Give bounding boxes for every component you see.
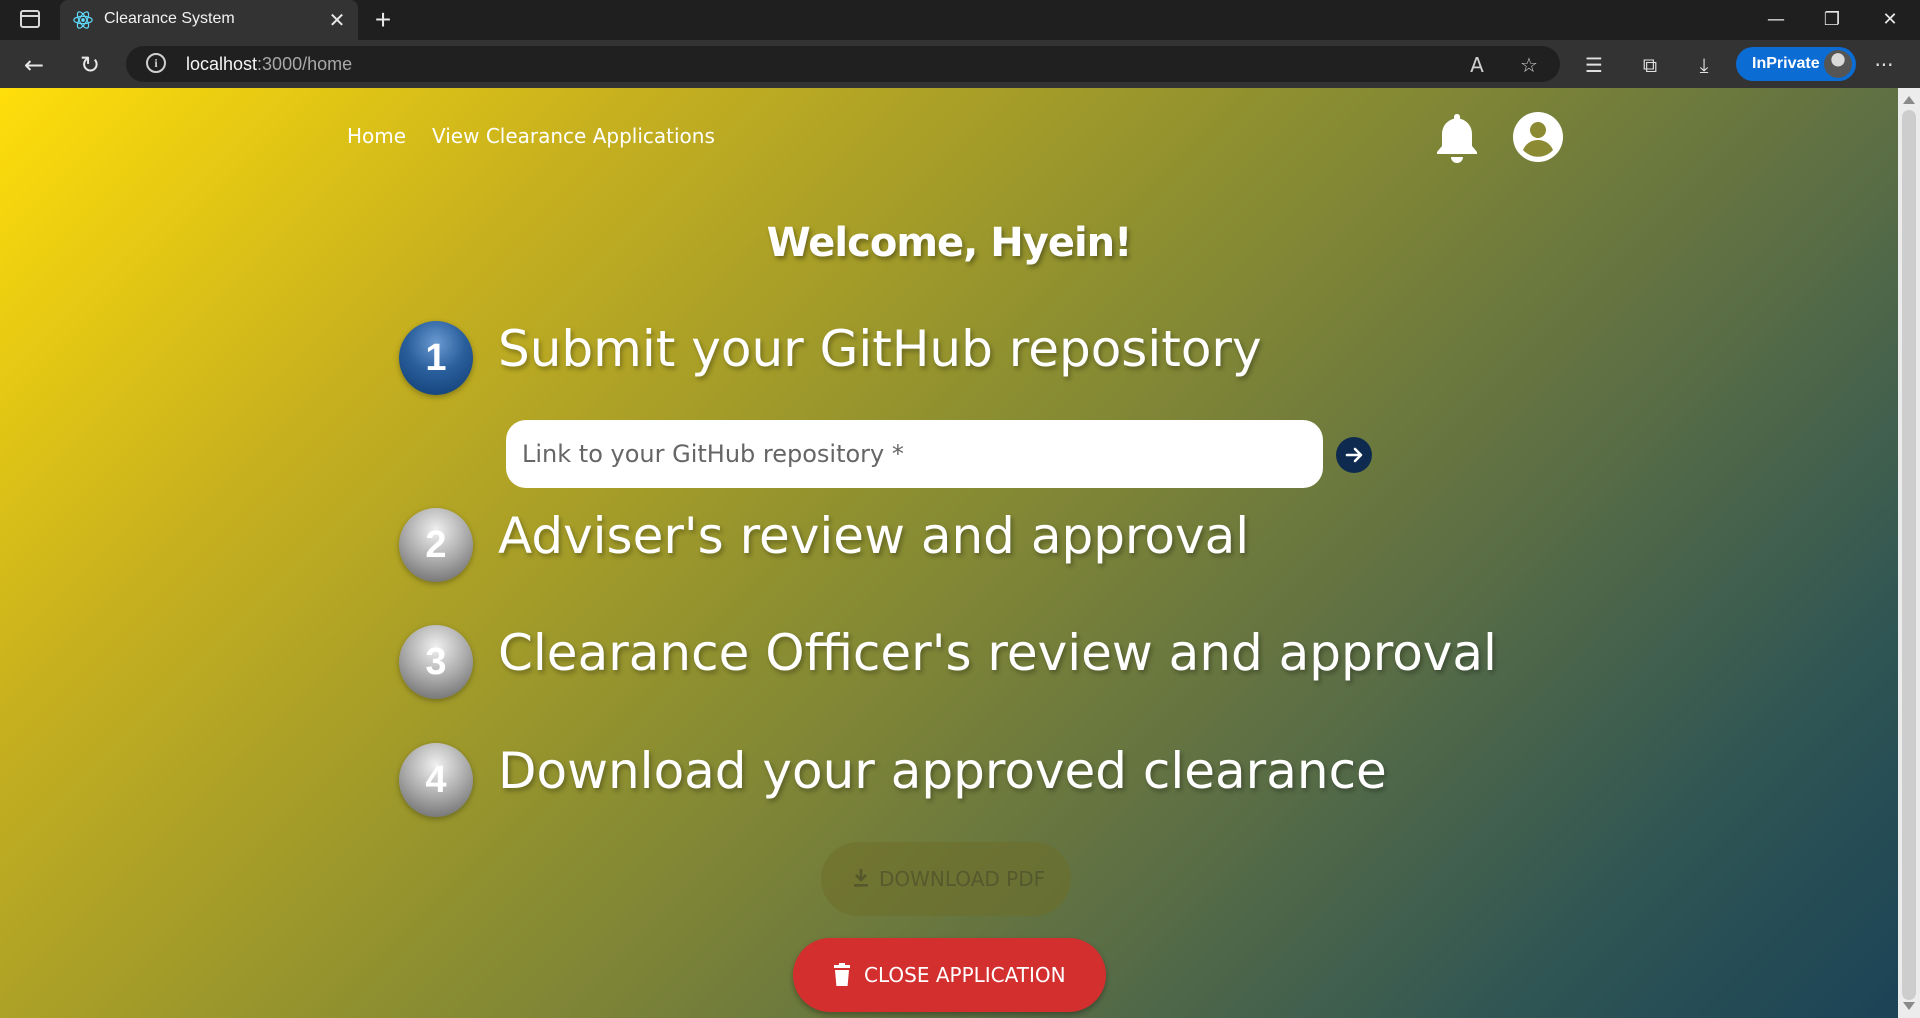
nav-home-link[interactable]: Home (347, 124, 406, 148)
refresh-icon[interactable]: ↻ (74, 49, 106, 81)
profile-avatar-icon (1824, 50, 1852, 78)
submit-repo-button[interactable] (1336, 437, 1372, 473)
favorites-list-icon[interactable]: ☰ (1578, 49, 1610, 81)
step-3-text: Clearance Officer's review and approval (498, 624, 1497, 682)
close-tab-icon[interactable]: ✕ (326, 9, 348, 31)
download-icon (854, 869, 868, 887)
close-window-icon[interactable]: ✕ (1870, 6, 1910, 34)
notifications-bell-icon[interactable] (1433, 110, 1481, 164)
tab-title: Clearance System (104, 10, 235, 27)
step-1-badge: 1 (399, 321, 473, 395)
scroll-thumb[interactable] (1902, 110, 1916, 1000)
nav-view-applications-link[interactable]: View Clearance Applications (432, 124, 715, 148)
downloads-icon[interactable]: ⤓ (1688, 49, 1720, 81)
download-pdf-label: DOWNLOAD PDF (879, 867, 1046, 891)
step-4-badge: 4 (399, 743, 473, 817)
back-arrow-icon[interactable]: ← (18, 49, 50, 81)
url-host: localhost (186, 54, 258, 74)
browser-tab-bar: Clearance System ✕ + — ❐ ✕ (0, 0, 1920, 40)
url-text[interactable]: localhost:3000/home (186, 54, 352, 75)
step-1-text: Submit your GitHub repository (498, 320, 1262, 378)
url-path: :3000/home (257, 54, 353, 74)
react-icon (73, 11, 93, 29)
inprivate-badge[interactable]: InPrivate (1736, 47, 1856, 81)
site-info-icon[interactable]: i (146, 53, 166, 73)
favorite-star-icon[interactable]: ☆ (1516, 52, 1542, 78)
account-circle-icon[interactable] (1512, 111, 1564, 163)
read-aloud-icon[interactable]: A (1464, 52, 1490, 78)
more-options-icon[interactable]: ··· (1868, 49, 1900, 81)
step-4-text: Download your approved clearance (498, 742, 1387, 800)
step-3-badge: 3 (399, 625, 473, 699)
close-application-label: CLOSE APPLICATION (864, 963, 1066, 987)
tab-actions-icon[interactable] (20, 10, 40, 28)
new-tab-button[interactable]: + (368, 5, 398, 35)
browser-tab[interactable]: Clearance System ✕ (60, 0, 358, 40)
scroll-up-arrow-icon[interactable] (1903, 96, 1915, 104)
trash-icon (834, 963, 850, 986)
arrow-right-icon (1345, 447, 1363, 463)
collections-icon[interactable]: ⧉ (1634, 49, 1666, 81)
github-repo-input[interactable] (506, 420, 1323, 488)
page-content: Home View Clearance Applications Welcome… (0, 88, 1898, 1018)
download-pdf-button[interactable]: DOWNLOAD PDF (821, 842, 1071, 916)
page-scrollbar[interactable] (1898, 88, 1920, 1018)
step-2-text: Adviser's review and approval (498, 507, 1250, 565)
restore-window-icon[interactable]: ❐ (1812, 6, 1852, 34)
url-bar[interactable]: i localhost:3000/home A ☆ (126, 46, 1560, 82)
scroll-down-arrow-icon[interactable] (1903, 1002, 1915, 1010)
minimize-window-icon[interactable]: — (1756, 6, 1796, 34)
address-bar-row: ← ↻ i localhost:3000/home A ☆ ☰ ⧉ ⤓ InPr… (0, 40, 1920, 88)
welcome-heading: Welcome, Hyein! (766, 220, 1133, 266)
inprivate-label: InPrivate (1752, 55, 1820, 72)
step-2-badge: 2 (399, 508, 473, 582)
close-application-button[interactable]: CLOSE APPLICATION (793, 938, 1106, 1012)
